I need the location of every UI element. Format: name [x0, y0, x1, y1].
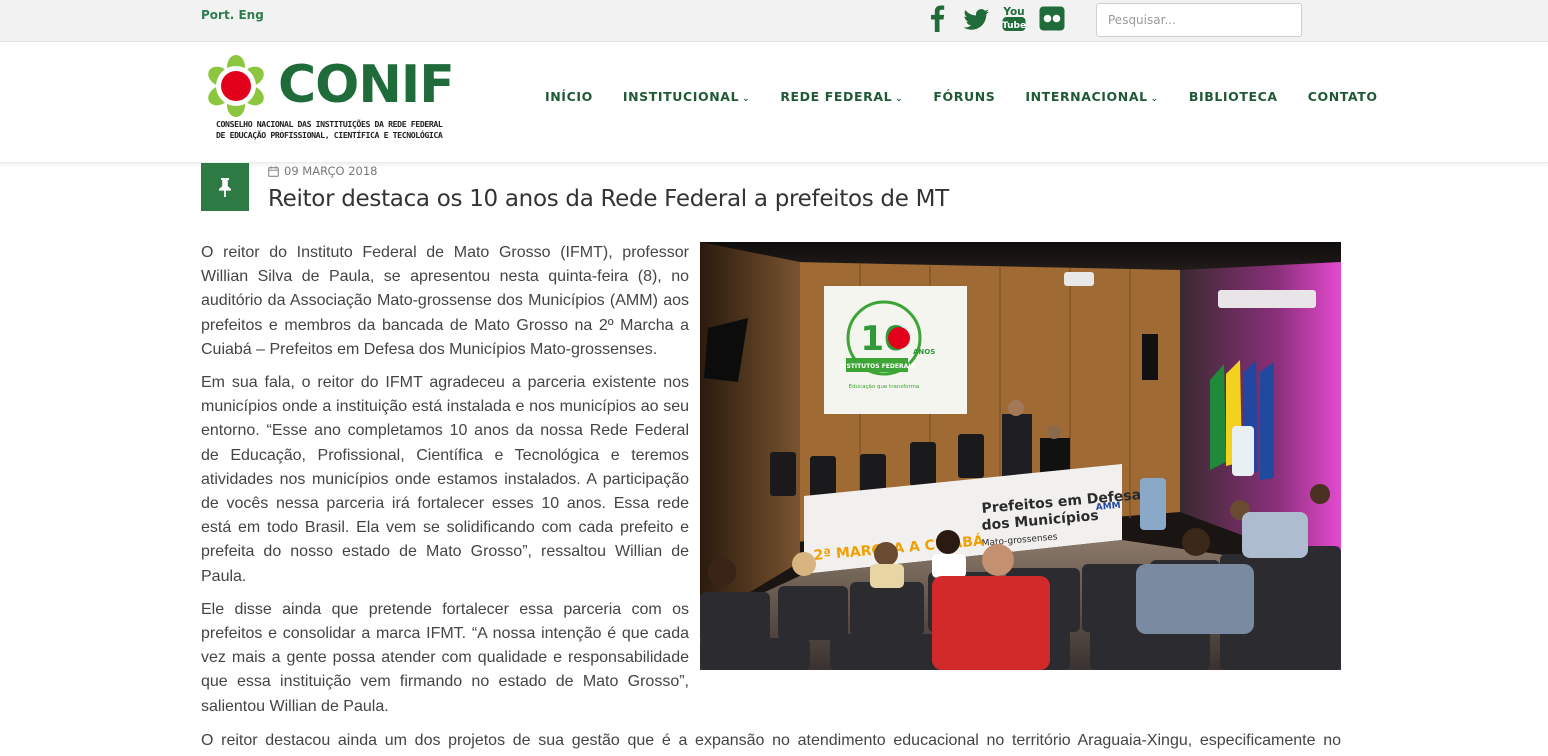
article-date-text: 09 MARÇO 2018	[284, 164, 378, 178]
nav-item-foruns[interactable]: FÓRUNS	[933, 89, 995, 104]
chevron-down-icon: ⌄	[1150, 94, 1159, 104]
nav-item-label: FÓRUNS	[933, 89, 996, 104]
article-paragraph-3: Ele disse ainda que pretende fortalecer …	[201, 600, 689, 715]
svg-text:Tube: Tube	[1002, 21, 1026, 31]
social-links: You Tube	[924, 3, 1076, 33]
top-bar: Port. Eng You Tube	[0, 0, 1548, 42]
nav-item-contato[interactable]: CONTATO	[1308, 89, 1378, 104]
logo-subtitle: CONSELHO NACIONAL DAS INSTITUIÇÕES DA RE…	[216, 119, 476, 140]
article-title: Reitor destaca os 10 anos da Rede Federa…	[268, 186, 949, 212]
logo-subtitle-line1: CONSELHO NACIONAL DAS INSTITUIÇÕES DA RE…	[216, 119, 443, 129]
search-input[interactable]	[1096, 3, 1302, 37]
flickr-icon[interactable]	[1038, 3, 1066, 33]
nav-item-label: REDE FEDERAL	[780, 89, 893, 104]
nav-item-rede-federal[interactable]: REDE FEDERAL ⌄	[780, 89, 903, 104]
nav-item-label: INSTITUCIONAL	[622, 89, 740, 104]
main-nav: INÍCIO INSTITUCIONAL ⌄ REDE FEDERAL ⌄ FÓRU…	[545, 89, 1408, 104]
article-photo: 10 ANOS INSTITUTOS FEDERAIS Educação que…	[700, 242, 1341, 670]
screen-tagline: Educação que transforma	[849, 384, 920, 390]
logo-emblem-icon	[208, 55, 264, 117]
logo-wordmark: CONIF	[278, 55, 455, 115]
pin-icon	[219, 178, 231, 197]
site-header: CONIF CONSELHO NACIONAL DAS INSTITUIÇÕES…	[0, 42, 1548, 163]
article-paragraph-2: Em sua fala, o reitor do IFMT agradeceu …	[201, 374, 689, 585]
facebook-icon[interactable]	[924, 3, 952, 33]
language-switcher: Port. Eng	[201, 8, 264, 22]
lang-english-link[interactable]: Eng	[238, 8, 263, 22]
youtube-icon[interactable]: You Tube	[1000, 3, 1028, 33]
article-date: 09 MARÇO 2018	[268, 164, 378, 178]
nav-item-institucional[interactable]: INSTITUCIONAL ⌄	[623, 89, 750, 104]
screen-institutos: INSTITUTOS FEDERAIS	[839, 363, 915, 370]
nav-item-inicio[interactable]: INÍCIO	[545, 89, 593, 104]
calendar-icon	[268, 165, 279, 177]
nav-item-label: BIBLIOTECA	[1188, 89, 1278, 104]
nav-item-label: INTERNACIONAL	[1025, 89, 1148, 104]
logo-subtitle-line2: DE EDUCAÇÃO PROFISSIONAL, CIENTÍFICA E T…	[216, 129, 443, 140]
conif-logo[interactable]: CONIF CONSELHO NACIONAL DAS INSTITUIÇÕES…	[205, 55, 465, 147]
svg-text:You: You	[1002, 6, 1024, 18]
nav-item-label: CONTATO	[1307, 89, 1378, 104]
article-pin-badge	[201, 163, 249, 211]
nav-item-label: INÍCIO	[545, 89, 593, 104]
nav-item-internacional[interactable]: INTERNACIONAL ⌄	[1025, 89, 1158, 104]
nav-item-biblioteca[interactable]: BIBLIOTECA	[1189, 89, 1278, 104]
chevron-down-icon: ⌄	[895, 94, 904, 104]
article-paragraph-1: O reitor do Instituto Federal de Mato Gr…	[201, 244, 689, 358]
article-paragraph-4: O reitor destacou ainda um dos projetos …	[201, 732, 1341, 749]
twitter-icon[interactable]	[962, 3, 990, 33]
article-body: O reitor do Instituto Federal de Mato Gr…	[201, 241, 689, 728]
chevron-down-icon: ⌄	[742, 94, 751, 104]
lang-portuguese-link[interactable]: Port.	[201, 8, 234, 22]
screen-anos: ANOS	[913, 348, 935, 356]
